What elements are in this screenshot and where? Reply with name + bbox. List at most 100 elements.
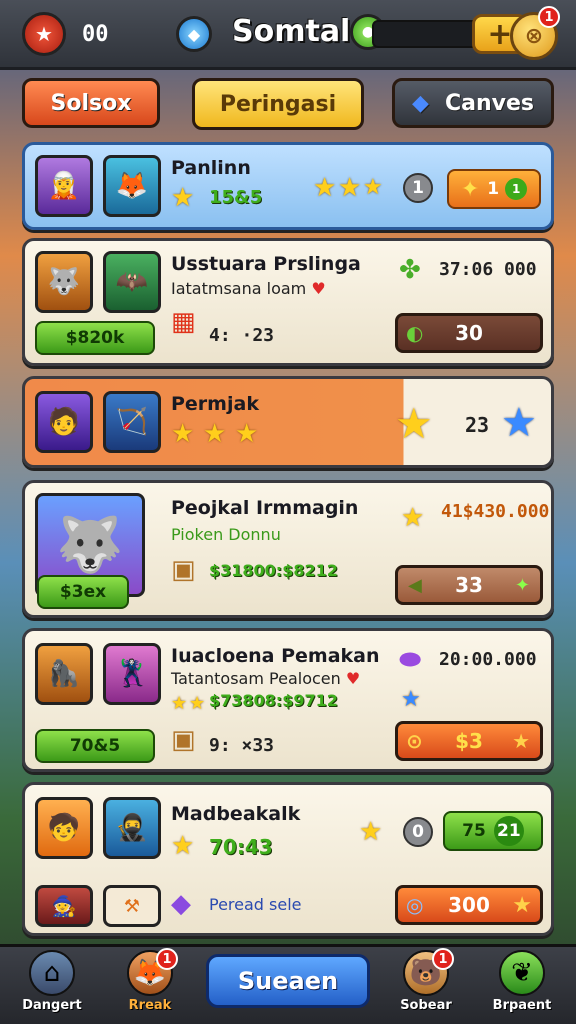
hero-portrait: 🦇: [103, 251, 161, 313]
item-stat: $73808:$9712: [209, 691, 338, 710]
item-stat: $31800:$8212: [209, 561, 338, 580]
purple-cube-icon: ◆: [171, 889, 191, 919]
main-action-button[interactable]: Sueaen: [206, 954, 370, 1008]
heart-icon: ♥: [311, 279, 326, 298]
hero-portrait: 🧑: [35, 391, 93, 453]
tab-label: Solsox: [50, 90, 132, 116]
reward-value: 1: [487, 179, 500, 199]
star-icon: ★: [171, 419, 195, 449]
star-icon: ★: [203, 419, 227, 449]
star-icon: ★: [512, 892, 532, 918]
item-name: Peojkal Irmmagin: [171, 497, 359, 519]
price-button[interactable]: 70&5: [35, 729, 155, 763]
star-badge-icon[interactable]: ★: [22, 12, 66, 56]
gem-icon[interactable]: ◆: [176, 16, 212, 52]
list-item[interactable]: 🐺 🦇 Usstuara Prslinga Iatatmsana loam ♥ …: [22, 238, 554, 366]
item-value: 23: [465, 413, 490, 437]
list-item[interactable]: 🧝 🦊 Panlinn ★ 15&5 ★ ★ ★ 1 ✦ 1 1: [22, 142, 554, 230]
count-circle: 1: [403, 173, 433, 203]
upgrade-slot[interactable]: ◐ 30: [395, 313, 543, 353]
blue-star-icon: ★: [501, 400, 537, 446]
nav-label: Dangert: [22, 998, 82, 1013]
nav-item-brpaent[interactable]: ❦ Brpaent: [476, 950, 568, 1013]
upgrade-slot[interactable]: ⊙ $3 ★: [395, 721, 543, 761]
nav-label: Sobear: [400, 998, 452, 1013]
star-icon: ★: [171, 693, 188, 714]
notification-badge: 1: [432, 948, 454, 970]
tab-canves[interactable]: ◆ Canves: [392, 78, 554, 128]
hero-portrait: 🦹: [103, 643, 161, 705]
item-stat: 70:43: [209, 835, 273, 859]
gem-value: 37:06 000: [439, 259, 537, 280]
upgrade-slot[interactable]: ◀ 33 ✦: [395, 565, 543, 605]
price-button[interactable]: $3ex: [37, 575, 129, 609]
resource-value: 00: [82, 22, 109, 47]
star-icon: ★: [359, 817, 383, 847]
hero-portrait: 🧒: [35, 797, 93, 859]
nav-item-dangert[interactable]: ⌂ Dangert: [6, 950, 98, 1013]
upgrade-slot[interactable]: ◎ 300 ★: [395, 885, 543, 925]
count-circle: 0: [403, 817, 433, 847]
page-title: Somtal: [232, 14, 351, 49]
item-stat: 15&5: [209, 187, 263, 208]
gem-value: 20:00.000: [439, 649, 537, 670]
gold-value: 41$430.000: [441, 501, 550, 522]
list-item[interactable]: 🧑 🏹 Permjak ★ ★ ★ ★ 23 ★: [22, 376, 554, 468]
star-icon: ★: [313, 173, 337, 203]
leaf-icon: ◐: [406, 321, 424, 345]
tab-solsox[interactable]: Solsox: [22, 78, 160, 128]
link-text[interactable]: Peread sele: [209, 895, 302, 914]
tab-peringasi[interactable]: Peringasi: [192, 78, 364, 130]
hero-portrait: 🦊: [103, 155, 161, 217]
crate-icon: ▣: [171, 725, 196, 755]
purple-gem-icon: ⬬: [399, 645, 422, 675]
green-badge: 21: [493, 816, 524, 846]
item-name: Permjak: [171, 393, 259, 415]
small-label: 4: ·23: [209, 325, 275, 346]
search-icon: ⊙: [406, 729, 423, 753]
nav-label: Brpaent: [492, 998, 552, 1013]
list-item[interactable]: 🧒 🥷 Madbeakalk ★ 70:43 ★ 0 75 21 🧙 ⚒ ◆ P…: [22, 782, 554, 936]
item-name: Madbeakalk: [171, 803, 301, 825]
nav-item-rreak[interactable]: 🦊 Rreak: [104, 950, 196, 1013]
hero-portrait: 🐺: [35, 251, 93, 313]
tab-label: Peringasi: [219, 91, 337, 117]
xp-progress-bar: [372, 20, 482, 48]
item-subtitle: Iatatmsana loam ♥: [171, 279, 326, 298]
item-subtitle: Pioken Donnu: [171, 525, 281, 544]
gift-box-icon: ▦: [171, 307, 196, 337]
hero-portrait: 🧝: [35, 155, 93, 217]
star-icon: ★: [171, 183, 195, 213]
green-star-icon: ✦: [514, 574, 530, 596]
gold-nugget-icon: ✦: [460, 176, 480, 202]
small-label: 9: ×33: [209, 735, 275, 756]
item-subtitle: Tatantosam Pealocen ♥: [171, 669, 361, 688]
reward-button[interactable]: 75 21: [443, 811, 543, 851]
star-icon: ★: [395, 399, 433, 448]
item-name: Usstuara Prslinga: [171, 253, 361, 275]
tab-label: Canves: [444, 90, 534, 116]
price-button[interactable]: $820k: [35, 321, 155, 355]
blue-star-icon: ★: [401, 687, 421, 712]
leaf-icon: ❦: [499, 950, 545, 996]
hero-portrait: 🦍: [35, 643, 93, 705]
reward-button[interactable]: ✦ 1 1: [447, 169, 541, 209]
heart-icon: ♥: [345, 669, 361, 688]
list-item[interactable]: 🦍 🦹 Iuacloena Pemakan Tatantosam Pealoce…: [22, 628, 554, 772]
star-icon: ★: [512, 729, 530, 753]
item-slot[interactable]: ⚒: [103, 885, 161, 927]
hero-portrait: 🧙: [35, 885, 93, 927]
notification-badge: 1: [538, 6, 560, 28]
crate-icon: ▣: [171, 555, 196, 585]
star-icon: ★: [189, 693, 206, 714]
nav-item-sobear[interactable]: 🐻 Sobear: [380, 950, 472, 1013]
swirl-icon: ◎: [406, 893, 424, 917]
star-icon: ★: [235, 419, 259, 449]
notification-badge: 1: [156, 948, 178, 970]
list-item[interactable]: 🐺 $3ex Peojkal Irmmagin Pioken Donnu ▣ $…: [22, 480, 554, 618]
green-badge: 1: [505, 178, 528, 200]
green-gem-icon: ✤: [399, 255, 421, 285]
hero-portrait: 🏹: [103, 391, 161, 453]
star-icon: ★: [338, 173, 362, 203]
top-resource-bar: ★ 00 ◆ Somtal ● + ⊗ 1: [0, 0, 576, 70]
